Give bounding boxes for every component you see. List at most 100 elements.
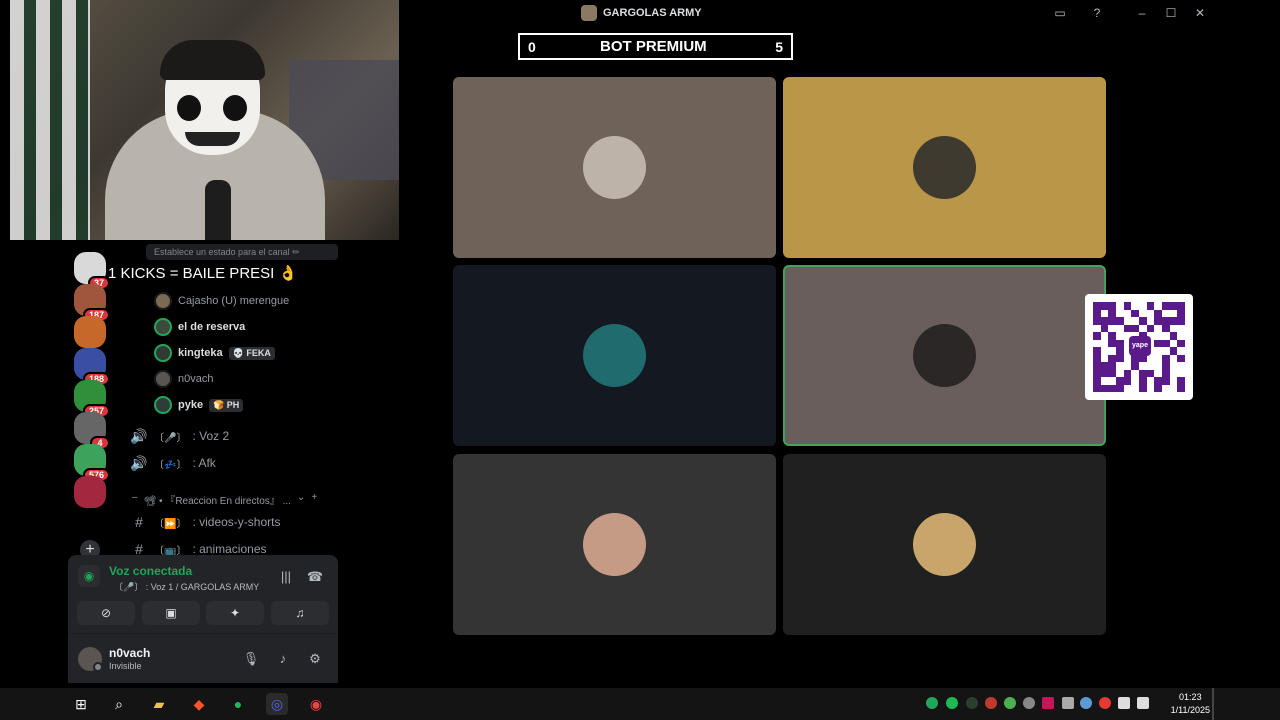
hash-icon: #	[135, 514, 143, 530]
member-name: Cajasho (U) merengue	[178, 295, 290, 307]
noise-suppression-icon[interactable]: |||	[275, 566, 297, 588]
status-indicator	[93, 662, 103, 672]
avatar	[154, 344, 172, 362]
spotify-tray-icon[interactable]	[946, 697, 958, 709]
gear-icon[interactable]: ⚙	[304, 648, 326, 670]
member-name: kingteka	[178, 347, 223, 359]
streamer	[105, 40, 325, 240]
disconnect-icon[interactable]: ☎	[304, 566, 326, 588]
avatar	[583, 136, 646, 199]
signal-icon[interactable]: ◉	[78, 565, 100, 587]
discord-app: + 37 187 188 257 4 576 Establece un estado pa…	[0, 0, 1280, 688]
tray-app-icon[interactable]	[926, 697, 938, 709]
scoreboard-title: BOT PREMIUM	[600, 38, 707, 55]
voice-channel-afk[interactable]: 🔊 〔💤〕 : Afk	[130, 453, 216, 473]
voice-member[interactable]: el de reserva	[154, 317, 245, 337]
spotify-icon[interactable]: ●	[227, 693, 249, 715]
close-icon[interactable]: ✕	[1191, 4, 1209, 22]
server-icon[interactable]: 4	[74, 412, 110, 450]
add-channel-icon[interactable]: +	[311, 492, 317, 507]
channel-emoji: 〔🎤〕	[154, 432, 187, 444]
tray-app-icon[interactable]	[1042, 697, 1054, 709]
server-icon[interactable]	[74, 476, 106, 508]
windows-start-icon[interactable]: ⊞	[70, 693, 92, 715]
file-explorer-icon[interactable]: ▰	[148, 693, 170, 715]
soundboard-button[interactable]: ♫	[271, 601, 329, 625]
help-icon[interactable]: ?	[1088, 4, 1106, 22]
participant-tile[interactable]	[783, 77, 1106, 258]
discord-icon[interactable]: ◎	[266, 693, 288, 715]
voice-member[interactable]: Cajasho (U) merengue	[154, 291, 289, 311]
clock-date: 1/11/2025	[1170, 705, 1210, 715]
inbox-icon[interactable]: ▭	[1051, 4, 1069, 22]
minimize-icon[interactable]: –	[1133, 4, 1151, 22]
username[interactable]: n0vach	[109, 646, 150, 660]
category-header[interactable]: ‒ 📽 • 『Reaccion En directos』 ... ⌄ +	[132, 492, 317, 507]
camera-off-button[interactable]: ⊘	[77, 601, 135, 625]
voice-connected-panel: ◉ Voz conectada 〔🎤〕 : Voz 1 / GARGOLAS A…	[68, 555, 338, 633]
channel-name: : animaciones	[192, 542, 267, 556]
member-name: pyke	[178, 399, 204, 411]
user-status: Invisible	[109, 661, 142, 671]
background-jersey	[10, 0, 90, 240]
network-icon[interactable]	[1118, 697, 1130, 709]
channel-emoji: 〔⏩〕	[154, 518, 187, 530]
tray-app-icon[interactable]	[985, 697, 997, 709]
qr-logo: yape	[1129, 336, 1151, 356]
participant-tile[interactable]	[453, 454, 776, 635]
qr-code: yape	[1085, 294, 1193, 400]
voice-channel-voz-2[interactable]: 🔊 〔🎤〕 : Voz 2	[130, 426, 229, 446]
volume-icon[interactable]	[1137, 697, 1149, 709]
show-desktop-button[interactable]	[1212, 688, 1214, 720]
left-score: 0	[528, 39, 536, 55]
voice-member[interactable]: n0vach	[154, 369, 213, 389]
mic-icon[interactable]: 🎙	[240, 648, 262, 670]
search-icon[interactable]: ⌕	[108, 693, 130, 715]
participant-tile[interactable]	[453, 265, 776, 446]
channel-name: : Voz 2	[192, 429, 230, 443]
system-clock[interactable]: 01:23 1/11/2025	[1171, 691, 1210, 717]
microphone	[205, 180, 231, 240]
avatar	[154, 292, 172, 310]
maximize-icon[interactable]: ☐	[1162, 4, 1180, 22]
avatar	[913, 324, 976, 387]
keyboard-icon[interactable]	[1062, 697, 1074, 709]
user-panel: n0vach Invisible 🎙 ♪ ⚙	[68, 633, 338, 683]
tray-app-icon[interactable]	[1023, 697, 1035, 709]
activities-button[interactable]: ✦	[206, 601, 264, 625]
screen-share-button[interactable]: ▣	[142, 601, 200, 625]
webcam-overlay	[10, 0, 399, 240]
channel-emoji: 〔💤〕	[154, 459, 187, 471]
tray-app-icon[interactable]	[1080, 697, 1092, 709]
avatar	[154, 318, 172, 336]
voice-status-title[interactable]: Voz conectada	[109, 564, 192, 578]
stream-overlay-text: 1 KICKS = BAILE PRESI 👌	[108, 265, 298, 282]
channel-status-hint[interactable]: Establece un estado para el canal ✏	[146, 244, 338, 260]
speaker-icon: 🔊	[130, 427, 148, 444]
tray-app-icon[interactable]	[1099, 697, 1111, 709]
obs-icon[interactable]: ◉	[305, 693, 327, 715]
right-score: 5	[775, 39, 783, 55]
server-icon[interactable]: 576	[74, 444, 110, 482]
speaker-icon: 🔊	[130, 454, 148, 471]
headphones-icon[interactable]: ♪	[272, 648, 294, 670]
voice-member[interactable]: pyke 🍞 PH	[154, 395, 244, 415]
participant-tile[interactable]	[783, 454, 1106, 635]
member-name: n0vach	[178, 373, 214, 385]
server-icon[interactable]: 187	[74, 284, 110, 322]
voice-member[interactable]: kingteka 💀 FEKA	[154, 343, 275, 363]
tray-app-icon[interactable]	[966, 697, 978, 709]
text-channel-videos-y-shorts[interactable]: # 〔⏩〕 : videos-y-shorts	[130, 512, 280, 532]
voice-title-bar: GARGOLAS ARMY ▭ ? – ☐ ✕	[399, 0, 1213, 26]
channel-name: : Afk	[192, 456, 216, 470]
participant-tile[interactable]	[453, 77, 776, 258]
server-icon[interactable]: 188	[74, 348, 110, 386]
channel-list: Establece un estado para el canal ✏ 1 KI…	[108, 240, 344, 560]
server-icon[interactable]: 257	[74, 380, 110, 418]
tray-app-icon[interactable]	[1004, 697, 1016, 709]
server-icon[interactable]: 37	[74, 252, 110, 290]
participant-tile[interactable]	[783, 265, 1106, 446]
voice-channel-path[interactable]: 〔🎤〕 : Voz 1 / GARGOLAS ARMY	[114, 580, 259, 593]
brave-icon[interactable]: ◆	[188, 693, 210, 715]
server-icon[interactable]	[74, 316, 106, 348]
